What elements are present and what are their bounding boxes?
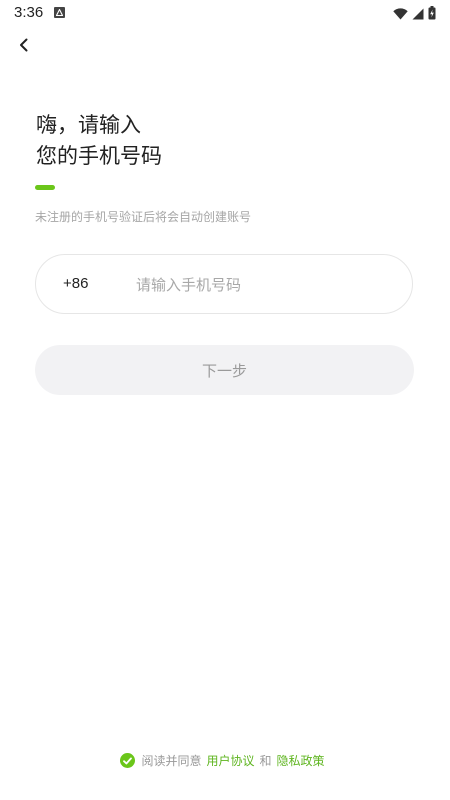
agreement-conjunction: 和: [259, 754, 272, 768]
phone-input[interactable]: [136, 269, 386, 301]
user-agreement-link[interactable]: 用户协议: [206, 752, 254, 769]
back-button[interactable]: [12, 34, 36, 58]
check-circle-icon[interactable]: [120, 753, 136, 768]
title-line-1: 嗨，请输入: [36, 113, 141, 137]
agreement-row: 阅读并同意 用户协议 和 隐私政策: [0, 752, 450, 769]
notification-app-icon: [54, 7, 65, 18]
phone-field: +86: [35, 254, 413, 314]
agreement-prefix: 阅读并同意: [141, 754, 202, 768]
title-line-2: 您的手机号码: [36, 144, 162, 168]
page-title: 嗨，请输入 您的手机号码: [36, 110, 162, 172]
privacy-policy-link[interactable]: 隐私政策: [277, 752, 325, 769]
status-time: 3:36: [14, 4, 44, 21]
subtitle-hint: 未注册的手机号验证后将会自动创建账号: [35, 210, 252, 224]
wifi-icon: [393, 5, 408, 24]
status-bar: 3:36: [0, 0, 450, 26]
next-button[interactable]: 下一步: [35, 345, 414, 395]
accent-bar: [35, 185, 55, 190]
battery-charging-icon: [428, 5, 436, 24]
country-code[interactable]: +86: [63, 275, 88, 292]
status-icons: [393, 5, 436, 24]
chevron-left-icon: [18, 37, 30, 56]
signal-icon: [412, 5, 424, 24]
